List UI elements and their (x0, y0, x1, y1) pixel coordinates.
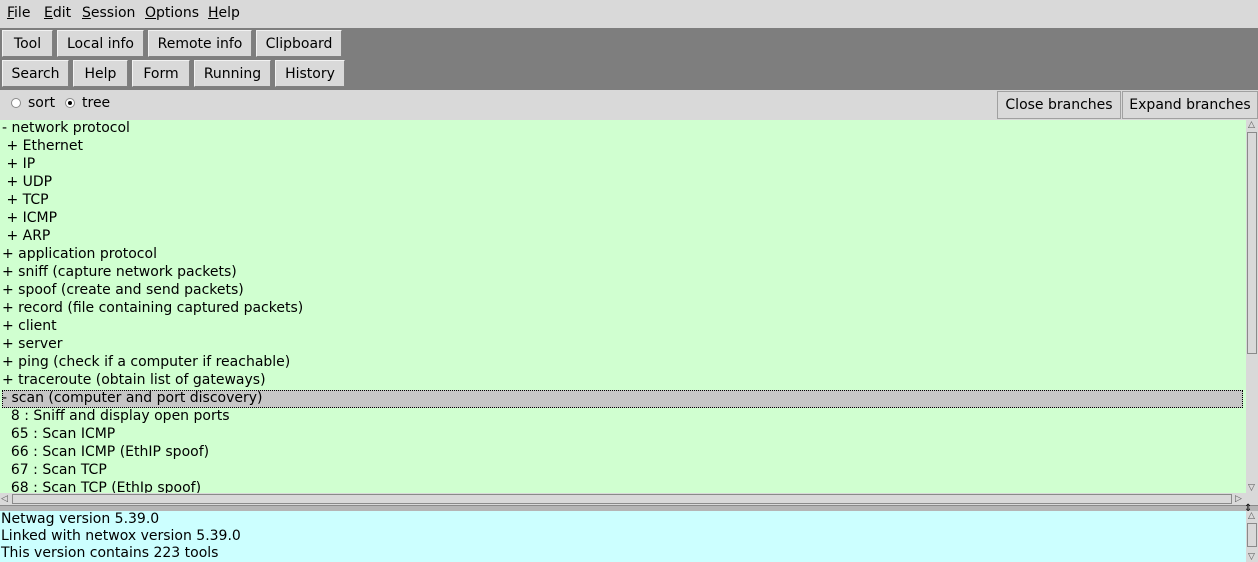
log-line: This version contains 223 tools (1, 545, 219, 561)
tab-clipboard[interactable]: Clipboard (256, 30, 342, 57)
tab-form[interactable]: Form (132, 60, 190, 87)
menu-bar: File Edit Session Options Help (0, 0, 1258, 26)
menu-file[interactable]: File (7, 5, 30, 21)
log-vertical-scrollbar[interactable]: △ ▽ (1246, 511, 1258, 562)
tree-horizontal-scrollbar[interactable]: ◁ ▷ (0, 493, 1246, 505)
tool-tree[interactable]: - network protocol + Ethernet + IP + UDP… (0, 120, 1246, 493)
tree-item[interactable]: + record (file containing captured packe… (2, 300, 303, 318)
tree-item[interactable]: + TCP (2, 192, 48, 210)
expand-branches-button[interactable]: Expand branches (1122, 91, 1258, 119)
log-output: Netwag version 5.39.0 Linked with netwox… (0, 511, 1246, 562)
tree-scroll-thumb[interactable] (1247, 132, 1257, 354)
log-scroll-down-icon[interactable]: ▽ (1248, 552, 1255, 562)
tab-help[interactable]: Help (73, 60, 128, 87)
sort-radio[interactable] (11, 98, 21, 108)
tree-hscroll-thumb[interactable] (12, 494, 1232, 504)
tree-item[interactable]: 68 : Scan TCP (EthIp spoof) (2, 480, 201, 493)
tree-item[interactable]: + IP (2, 156, 35, 174)
scroll-up-icon[interactable]: △ (1248, 120, 1255, 130)
tree-item[interactable]: - network protocol (2, 120, 130, 138)
tree-item[interactable]: + traceroute (obtain list of gateways) (2, 372, 266, 390)
tree-item[interactable]: + Ethernet (2, 138, 83, 156)
log-line: Netwag version 5.39.0 (1, 511, 160, 527)
tree-item[interactable]: 8 : Sniff and display open ports (2, 408, 230, 426)
tab-running[interactable]: Running (194, 60, 271, 87)
tree-item[interactable]: + UDP (2, 174, 52, 192)
tree-item[interactable]: + sniff (capture network packets) (2, 264, 237, 282)
log-scroll-up-icon[interactable]: △ (1248, 511, 1255, 521)
tree-vertical-scrollbar[interactable]: △ ▽ (1246, 120, 1258, 493)
menu-help[interactable]: Help (208, 5, 240, 21)
menu-session[interactable]: Session (82, 5, 135, 21)
scroll-down-icon[interactable]: ▽ (1248, 483, 1255, 493)
tree-item[interactable]: 65 : Scan ICMP (2, 426, 115, 444)
tree-item[interactable]: + ARP (2, 228, 50, 246)
tree-item[interactable]: + application protocol (2, 246, 157, 264)
tab-tool[interactable]: Tool (2, 30, 53, 57)
tab-search[interactable]: Search (2, 60, 69, 87)
tab-history[interactable]: History (275, 60, 345, 87)
tree-item[interactable]: + server (2, 336, 63, 354)
tree-item[interactable]: + client (2, 318, 57, 336)
tool-tabs-row: Search Help Form Running History (0, 58, 1258, 90)
tab-remote-info[interactable]: Remote info (148, 30, 252, 57)
menu-options[interactable]: Options (145, 5, 199, 21)
tree-item[interactable]: + ping (check if a computer if reachable… (2, 354, 290, 372)
tree-item[interactable]: + ICMP (2, 210, 57, 228)
scroll-right-icon[interactable]: ▷ (1235, 494, 1242, 504)
log-scroll-thumb[interactable] (1247, 523, 1257, 547)
sort-radio-label[interactable]: sort (28, 95, 55, 111)
notebook-tabs-row: Tool Local info Remote info Clipboard (0, 28, 1258, 60)
tree-item[interactable]: + spoof (create and send packets) (2, 282, 244, 300)
tab-local-info[interactable]: Local info (57, 30, 144, 57)
tree-radio-label[interactable]: tree (82, 95, 110, 111)
scroll-left-icon[interactable]: ◁ (1, 494, 8, 504)
tree-item-selected[interactable]: - scan (computer and port discovery) (2, 390, 1243, 408)
close-branches-button[interactable]: Close branches (997, 91, 1121, 119)
menu-edit[interactable]: Edit (44, 5, 71, 21)
tree-item[interactable]: 67 : Scan TCP (2, 462, 107, 480)
tree-item[interactable]: 66 : Scan ICMP (EthIP spoof) (2, 444, 209, 462)
view-options-bar: sort tree Close branches Expand branches (0, 90, 1258, 120)
tree-radio[interactable] (65, 98, 75, 108)
log-line: Linked with netwox version 5.39.0 (1, 528, 241, 544)
